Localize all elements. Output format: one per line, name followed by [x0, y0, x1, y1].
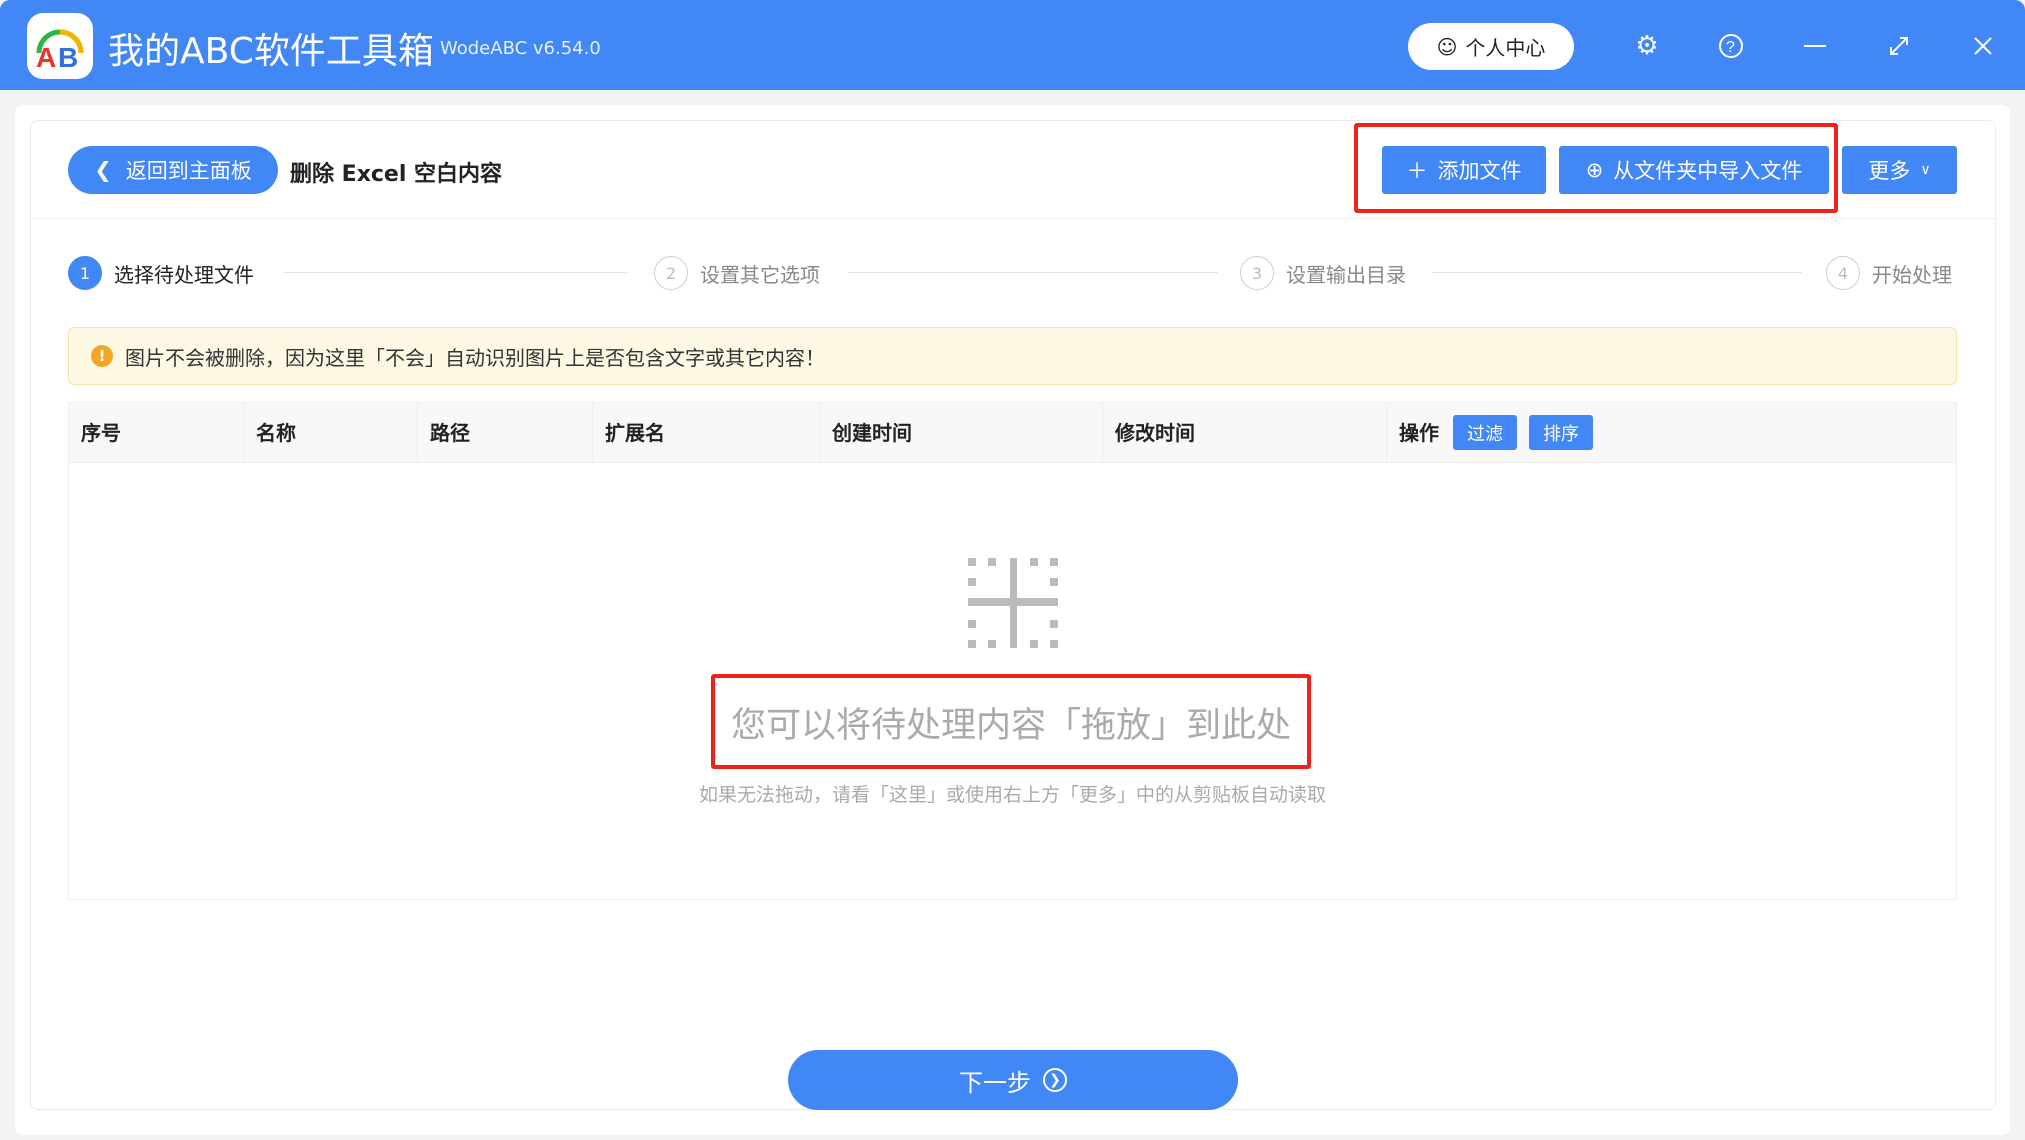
chevron-down-icon: ∨ — [1920, 162, 1931, 178]
step-label: 选择待处理文件 — [114, 262, 254, 287]
step-3: 3 设置输出目录 — [1240, 256, 1406, 290]
close-icon[interactable] — [1965, 28, 2001, 64]
step-4: 4 开始处理 — [1826, 256, 1952, 290]
step-2: 2 设置其它选项 — [654, 256, 820, 290]
step-label: 设置输出目录 — [1286, 262, 1406, 287]
plus-circle-icon: ⊕ — [1585, 158, 1604, 182]
page-title: 删除 Excel 空白内容 — [290, 162, 503, 187]
gear-icon[interactable]: ⚙ — [1629, 28, 1665, 64]
column-index: 序号 — [69, 403, 244, 463]
svg-text:A: A — [36, 42, 56, 73]
minimize-icon[interactable] — [1797, 28, 1833, 64]
warning-icon: ! — [91, 345, 113, 367]
step-number: 3 — [1240, 256, 1274, 290]
drop-zone-icon — [968, 558, 1058, 648]
app-logo: AB — [27, 13, 93, 79]
svg-text:B: B — [58, 42, 78, 73]
import-folder-label: 从文件夹中导入文件 — [1613, 159, 1803, 183]
column-created: 创建时间 — [820, 403, 1103, 463]
svg-text:?: ? — [1726, 39, 1735, 56]
help-icon[interactable]: ? — [1713, 28, 1749, 64]
plus-icon: ＋ — [1406, 159, 1428, 183]
file-table: 序号 名称 路径 扩展名 创建时间 修改时间 操作 过滤 排序 — [68, 402, 1957, 900]
step-number: 4 — [1826, 256, 1860, 290]
title-bar: AB 我的ABC软件工具箱 WodeABC v6.54.0 ☺ 个人中心 ⚙ ? — [0, 0, 2025, 90]
back-to-home-button[interactable]: ❮ 返回到主面板 — [68, 146, 278, 194]
more-label: 更多 — [1868, 159, 1911, 183]
app-title: 我的ABC软件工具箱 — [108, 31, 434, 72]
column-extension: 扩展名 — [593, 403, 820, 463]
step-label: 设置其它选项 — [700, 262, 820, 287]
table-header: 序号 名称 路径 扩展名 创建时间 修改时间 操作 过滤 排序 — [69, 403, 1956, 463]
step-connector — [848, 272, 1218, 273]
add-file-label: 添加文件 — [1437, 159, 1522, 183]
chevron-left-icon: ❮ — [94, 158, 112, 182]
notice-bar: ! 图片不会被删除，因为这里「不会」自动识别图片上是否包含文字或其它内容！ — [68, 327, 1957, 385]
drop-zone-title: 您可以将待处理内容「拖放」到此处 — [730, 705, 1291, 746]
next-step-button[interactable]: 下一步 ❯ — [788, 1050, 1238, 1110]
drop-zone-hint[interactable]: 如果无法拖动，请看「这里」或使用右上方「更多」中的从剪贴板自动读取 — [0, 780, 2025, 807]
arrow-right-circle-icon: ❯ — [1043, 1068, 1067, 1092]
app-version: WodeABC v6.54.0 — [440, 38, 601, 59]
next-label: 下一步 — [959, 1068, 1031, 1097]
column-name: 名称 — [244, 403, 418, 463]
step-number: 2 — [654, 256, 688, 290]
step-1: 1 选择待处理文件 — [68, 256, 254, 290]
step-connector — [283, 272, 628, 273]
maximize-icon[interactable] — [1881, 28, 1917, 64]
add-file-button[interactable]: ＋ 添加文件 — [1382, 146, 1546, 194]
back-label: 返回到主面板 — [125, 159, 252, 183]
column-modified: 修改时间 — [1103, 403, 1387, 463]
sort-button[interactable]: 排序 — [1529, 415, 1593, 450]
header-divider — [31, 218, 1995, 219]
column-path: 路径 — [418, 403, 593, 463]
more-button[interactable]: 更多 ∨ — [1842, 146, 1957, 194]
user-icon: ☺ — [1436, 34, 1458, 59]
user-center-button[interactable]: ☺ 个人中心 — [1408, 23, 1574, 70]
notice-text: 图片不会被删除，因为这里「不会」自动识别图片上是否包含文字或其它内容！ — [125, 345, 825, 370]
step-number: 1 — [68, 256, 102, 290]
user-center-label: 个人中心 — [1465, 36, 1546, 60]
step-label: 开始处理 — [1872, 262, 1952, 287]
step-connector — [1432, 272, 1802, 273]
import-folder-button[interactable]: ⊕ 从文件夹中导入文件 — [1559, 146, 1829, 194]
filter-button[interactable]: 过滤 — [1453, 415, 1517, 450]
